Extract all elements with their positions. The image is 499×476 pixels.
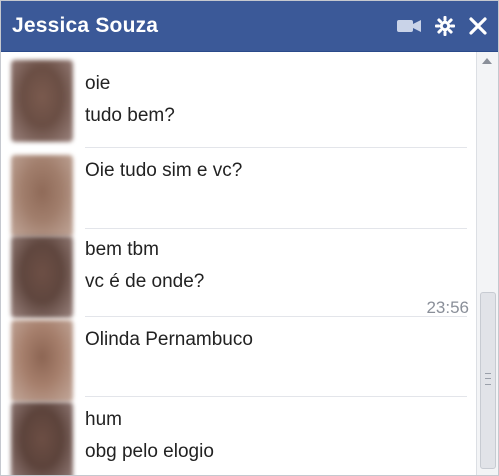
avatar[interactable] (11, 320, 73, 402)
message-divider (85, 316, 467, 317)
message-divider (85, 228, 467, 229)
message-line: Olinda Pernambuco (85, 329, 253, 350)
message-line: bem tbm (85, 239, 159, 260)
message-group: bem tbm vc é de onde? (1, 228, 477, 318)
message-line: obg pelo elogio (85, 441, 214, 462)
message-list[interactable]: oie tudo bem? Oie tudo sim e vc? bem tbm… (1, 52, 477, 475)
avatar[interactable] (11, 402, 73, 475)
message-line: vc é de onde? (85, 271, 205, 292)
video-camera-icon[interactable] (396, 17, 422, 35)
chat-window: Jessica Souza oie tudo bem? Oie tudo sim… (0, 0, 499, 476)
gear-icon[interactable] (434, 15, 456, 37)
message-group: Oie tudo sim e vc? (1, 147, 477, 237)
avatar[interactable] (11, 236, 73, 318)
message-group: Olinda Pernambuco (1, 316, 477, 402)
scroll-up-arrow-icon[interactable] (482, 58, 492, 64)
scrollbar[interactable] (476, 52, 498, 475)
message-timestamp: 23:56 (426, 298, 469, 317)
grip-icon (485, 373, 491, 385)
scroll-thumb[interactable] (480, 292, 496, 469)
avatar[interactable] (11, 155, 73, 237)
message-group: hum obg pelo elogio (1, 396, 477, 475)
message-line: oie (85, 73, 111, 94)
chat-titlebar[interactable]: Jessica Souza (1, 1, 498, 52)
message-line: tudo bem? (85, 105, 175, 126)
avatar[interactable] (11, 60, 73, 142)
message-divider (85, 147, 467, 148)
message-divider (85, 396, 467, 397)
message-line: hum (85, 409, 122, 430)
message-line: Oie tudo sim e vc? (85, 160, 243, 181)
chat-title[interactable]: Jessica Souza (12, 14, 158, 38)
close-icon[interactable] (468, 16, 488, 36)
message-group: oie tudo bem? (1, 52, 477, 148)
title-actions (396, 15, 488, 37)
